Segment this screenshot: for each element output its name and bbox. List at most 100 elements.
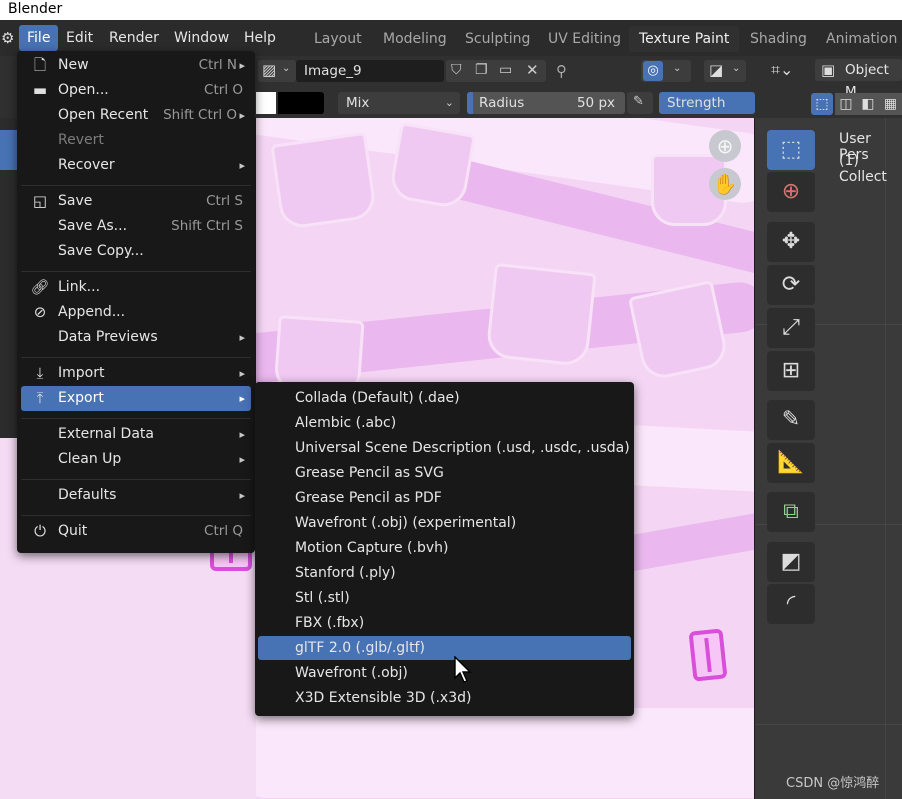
collection-text: (1) Collect	[839, 153, 887, 185]
measure-ruler-icon: 📐	[777, 450, 805, 475]
pin-icon[interactable]: ⚲	[556, 62, 567, 80]
strength-slider[interactable]: Strength	[659, 92, 755, 114]
object-mode-icon: ▣	[821, 61, 836, 79]
blend-mode-value: Mix	[346, 95, 370, 111]
3d-viewport-panel[interactable]: ⌗⌄ ▣ Object M ⬚ ◫ ◧ ▦ User Pers (1) Coll…	[755, 56, 902, 799]
blend-mode-select[interactable]: Mix ⌄	[338, 92, 460, 114]
pan-hand-icon[interactable]: ✋	[709, 168, 741, 200]
export-wavefront-experimental[interactable]: Wavefront (.obj) (experimental)	[258, 511, 631, 535]
menu-separator	[21, 515, 251, 516]
pressure-toggle[interactable]: ✎	[627, 92, 653, 114]
tab-animation[interactable]: Animation	[816, 26, 902, 52]
export-grease-pencil-pdf[interactable]: Grease Pencil as PDF	[258, 486, 631, 510]
zoom-icon[interactable]: ⊕	[709, 130, 741, 162]
menu-help[interactable]: Help	[236, 25, 284, 51]
folder-icon: ▬	[32, 81, 48, 99]
open-folder-icon[interactable]: ▭	[499, 62, 512, 78]
measure-tool[interactable]: 📐	[767, 443, 815, 483]
submenu-arrow-icon: ▸	[239, 159, 245, 172]
rotate-tool[interactable]: ⟳	[767, 265, 815, 305]
export-gltf[interactable]: glTF 2.0 (.glb/.gltf)	[258, 636, 631, 660]
display-channels-button[interactable]: ◪ ⌄	[704, 60, 746, 82]
export-usd[interactable]: Universal Scene Description (.usd, .usdc…	[258, 436, 631, 460]
export-grease-pencil-svg[interactable]: Grease Pencil as SVG	[258, 461, 631, 485]
close-icon[interactable]: ✕	[526, 61, 539, 79]
annotate-pen-icon: ✎	[781, 407, 801, 432]
append-icon: ⊘	[33, 303, 47, 321]
menu-item-quit[interactable]: ⏻ Quit Ctrl Q	[21, 519, 251, 544]
image-name-field[interactable]: Image_9	[296, 60, 444, 82]
annotate-tool[interactable]: ✎	[767, 400, 815, 440]
menu-item-defaults[interactable]: Defaults ▸	[21, 483, 251, 508]
export-wavefront[interactable]: Wavefront (.obj)	[258, 661, 631, 685]
menu-separator	[21, 418, 251, 419]
pen-pressure-icon: ✎	[633, 94, 644, 109]
menu-window[interactable]: Window	[166, 25, 237, 51]
menu-item-clean-up[interactable]: Clean Up ▸	[21, 447, 251, 472]
export-collada[interactable]: Collada (Default) (.dae)	[258, 386, 631, 410]
menu-item-link[interactable]: 🔗︎ Link...	[21, 275, 251, 300]
select-subtract-icon[interactable]: ◧	[857, 93, 879, 115]
bevel-tool[interactable]: ◜	[767, 584, 815, 624]
tab-sculpting[interactable]: Sculpting	[455, 26, 540, 52]
menu-item-append[interactable]: ⊘ Append...	[21, 300, 251, 325]
radius-slider[interactable]: Radius 50 px	[467, 92, 625, 114]
tab-shading[interactable]: Shading	[740, 26, 817, 52]
mode-select[interactable]: ▣ Object M	[815, 59, 902, 100]
select-box-tool[interactable]: ⬚	[767, 130, 815, 170]
image-tool[interactable]: ◩	[767, 542, 815, 582]
add-cube-tool[interactable]: ⧉	[767, 492, 815, 532]
cursor-tool[interactable]: ⊕	[767, 172, 815, 212]
scale-tool[interactable]: ⤢	[767, 308, 815, 348]
fake-user-shield-icon[interactable]: ⛉	[451, 62, 462, 78]
duplicate-icon[interactable]: ❐	[475, 62, 488, 78]
export-alembic[interactable]: Alembic (.abc)	[258, 411, 631, 435]
menu-edit[interactable]: Edit	[58, 25, 101, 51]
primary-color-swatch[interactable]	[256, 92, 276, 114]
submenu-arrow-icon: ▸	[239, 392, 245, 405]
export-fbx[interactable]: FBX (.fbx)	[258, 611, 631, 635]
draw-tool-icon[interactable]	[0, 130, 18, 170]
export-ply[interactable]: Stanford (.ply)	[258, 561, 631, 585]
window-title: Blender	[8, 1, 63, 17]
chevron-down-icon: ⌄	[282, 63, 291, 74]
transform-tool[interactable]: ⊞	[767, 351, 815, 391]
3d-viewport-header: ⌗⌄ ▣ Object M ⬚ ◫ ◧ ▦	[755, 56, 902, 118]
editor-type-button[interactable]: ▨ ⌄	[258, 60, 296, 82]
select-new-icon[interactable]: ⬚	[811, 93, 833, 115]
secondary-color-swatch[interactable]	[278, 92, 324, 114]
menu-item-save-copy[interactable]: Save Copy...	[21, 239, 251, 264]
menu-item-import[interactable]: ⤓ Import ▸	[21, 361, 251, 386]
export-x3d[interactable]: X3D Extensible 3D (.x3d)	[258, 686, 631, 710]
export-stl[interactable]: Stl (.stl)	[258, 586, 631, 610]
overlay-toggle[interactable]: ◎ ⌄	[641, 60, 691, 82]
tab-texture-paint[interactable]: Texture Paint	[629, 26, 740, 52]
menu-render[interactable]: Render	[101, 25, 167, 51]
menu-file[interactable]: File	[19, 25, 59, 51]
scale-icon: ⤢	[782, 315, 800, 340]
transform-gizmo-icon[interactable]: ⌗⌄	[771, 60, 793, 80]
menu-item-save-as[interactable]: Save As... Shift Ctrl S	[21, 214, 251, 239]
tab-uv-editing[interactable]: UV Editing	[538, 26, 631, 52]
menu-item-recover[interactable]: Recover ▸	[21, 153, 251, 178]
menu-item-export[interactable]: ⤒ Export ▸	[21, 386, 251, 411]
blender-logo-icon[interactable]: ⚙	[1, 29, 14, 47]
tab-modeling[interactable]: Modeling	[373, 26, 457, 52]
export-bvh[interactable]: Motion Capture (.bvh)	[258, 536, 631, 560]
file-menu-dropdown: 🗋 New Ctrl N ▸ ▬ Open... Ctrl O Open Recent Sh…	[17, 51, 255, 553]
select-box-icon: ⬚	[780, 137, 802, 162]
menu-item-new[interactable]: 🗋 New Ctrl N ▸	[21, 53, 251, 78]
menu-item-save[interactable]: ◱ Save Ctrl S	[21, 189, 251, 214]
strength-label: Strength	[667, 95, 726, 111]
move-tool[interactable]: ✥	[767, 222, 815, 262]
select-extend-icon[interactable]: ◫	[835, 93, 857, 115]
menu-item-data-previews[interactable]: Data Previews ▸	[21, 325, 251, 350]
select-invert-icon[interactable]: ▦	[879, 93, 902, 115]
image-plane-icon: ◩	[780, 549, 802, 574]
tab-layout[interactable]: Layout	[304, 26, 372, 52]
menu-item-open-recent[interactable]: Open Recent Shift Ctrl O ▸	[21, 103, 251, 128]
menu-item-open[interactable]: ▬ Open... Ctrl O	[21, 78, 251, 103]
menu-item-external-data[interactable]: External Data ▸	[21, 422, 251, 447]
move-icon: ✥	[781, 229, 801, 254]
save-icon: ◱	[32, 192, 48, 210]
